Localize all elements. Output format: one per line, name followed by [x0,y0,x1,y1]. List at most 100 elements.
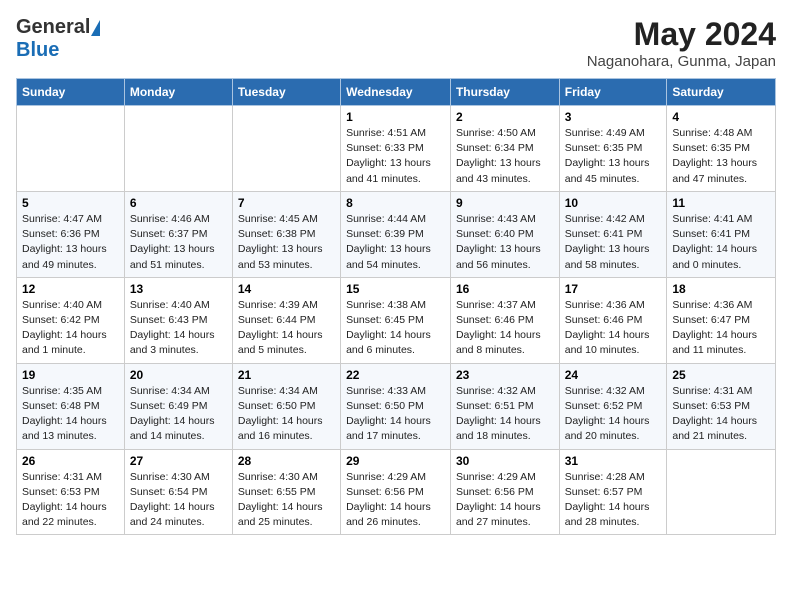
day-info: Sunrise: 4:36 AM Sunset: 6:47 PM Dayligh… [672,298,770,359]
calendar-cell: 21 Sunrise: 4:34 AM Sunset: 6:50 PM Dayli… [232,363,340,449]
day-info: Sunrise: 4:48 AM Sunset: 6:35 PM Dayligh… [672,126,770,187]
calendar-cell: 16 Sunrise: 4:37 AM Sunset: 6:46 PM Dayli… [450,277,559,363]
calendar-cell: 18 Sunrise: 4:36 AM Sunset: 6:47 PM Dayli… [667,277,776,363]
day-number: 21 [238,368,335,382]
calendar-cell: 12 Sunrise: 4:40 AM Sunset: 6:42 PM Dayli… [17,277,125,363]
day-number: 9 [456,196,554,210]
calendar-cell: 15 Sunrise: 4:38 AM Sunset: 6:45 PM Dayli… [341,277,451,363]
logo-general: General [16,16,90,39]
day-info: Sunrise: 4:41 AM Sunset: 6:41 PM Dayligh… [672,212,770,273]
day-number: 18 [672,282,770,296]
weekday-header-friday: Friday [559,79,667,106]
day-number: 19 [22,368,119,382]
title-block: May 2024 Naganohara, Gunma, Japan [587,16,776,70]
day-number: 28 [238,454,335,468]
day-number: 16 [456,282,554,296]
day-number: 1 [346,110,445,124]
day-info: Sunrise: 4:29 AM Sunset: 6:56 PM Dayligh… [346,470,445,531]
day-number: 3 [565,110,662,124]
calendar-week-row: 12 Sunrise: 4:40 AM Sunset: 6:42 PM Dayli… [17,277,776,363]
day-info: Sunrise: 4:38 AM Sunset: 6:45 PM Dayligh… [346,298,445,359]
day-number: 31 [565,454,662,468]
calendar-cell: 23 Sunrise: 4:32 AM Sunset: 6:51 PM Dayli… [450,363,559,449]
weekday-header-sunday: Sunday [17,79,125,106]
calendar-cell: 28 Sunrise: 4:30 AM Sunset: 6:55 PM Dayli… [232,449,340,535]
day-info: Sunrise: 4:34 AM Sunset: 6:50 PM Dayligh… [238,384,335,445]
calendar-cell [124,106,232,192]
day-info: Sunrise: 4:32 AM Sunset: 6:52 PM Dayligh… [565,384,662,445]
calendar-week-row: 19 Sunrise: 4:35 AM Sunset: 6:48 PM Dayli… [17,363,776,449]
calendar-cell: 11 Sunrise: 4:41 AM Sunset: 6:41 PM Dayli… [667,191,776,277]
day-info: Sunrise: 4:31 AM Sunset: 6:53 PM Dayligh… [672,384,770,445]
day-number: 4 [672,110,770,124]
calendar-cell: 22Sunrise: 4:33 AM Sunset: 6:50 PM Dayli… [341,363,451,449]
logo: General Blue [16,16,100,62]
day-number: 6 [130,196,227,210]
calendar-cell [17,106,125,192]
day-number: 23 [456,368,554,382]
calendar-cell: 4 Sunrise: 4:48 AM Sunset: 6:35 PM Daylig… [667,106,776,192]
calendar-cell: 1 Sunrise: 4:51 AM Sunset: 6:33 PM Daylig… [341,106,451,192]
day-info: Sunrise: 4:47 AM Sunset: 6:36 PM Dayligh… [22,212,119,273]
day-number: 15 [346,282,445,296]
calendar-cell: 29Sunrise: 4:29 AM Sunset: 6:56 PM Dayli… [341,449,451,535]
day-number: 12 [22,282,119,296]
day-info: Sunrise: 4:29 AM Sunset: 6:56 PM Dayligh… [456,470,554,531]
day-info: Sunrise: 4:32 AM Sunset: 6:51 PM Dayligh… [456,384,554,445]
calendar-cell: 14Sunrise: 4:39 AM Sunset: 6:44 PM Dayli… [232,277,340,363]
logo-blue: Blue [16,39,59,62]
day-number: 5 [22,196,119,210]
day-info: Sunrise: 4:28 AM Sunset: 6:57 PM Dayligh… [565,470,662,531]
calendar-cell [667,449,776,535]
calendar-cell [232,106,340,192]
calendar-cell: 17Sunrise: 4:36 AM Sunset: 6:46 PM Dayli… [559,277,667,363]
day-number: 11 [672,196,770,210]
day-info: Sunrise: 4:51 AM Sunset: 6:33 PM Dayligh… [346,126,445,187]
calendar-cell: 20 Sunrise: 4:34 AM Sunset: 6:49 PM Dayli… [124,363,232,449]
calendar-cell: 3Sunrise: 4:49 AM Sunset: 6:35 PM Daylig… [559,106,667,192]
day-number: 22 [346,368,445,382]
weekday-header-thursday: Thursday [450,79,559,106]
calendar-table: SundayMondayTuesdayWednesdayThursdayFrid… [16,78,776,535]
day-number: 30 [456,454,554,468]
day-number: 13 [130,282,227,296]
month-title: May 2024 [587,16,776,53]
day-info: Sunrise: 4:45 AM Sunset: 6:38 PM Dayligh… [238,212,335,273]
weekday-header-saturday: Saturday [667,79,776,106]
calendar-cell: 9Sunrise: 4:43 AM Sunset: 6:40 PM Daylig… [450,191,559,277]
day-info: Sunrise: 4:50 AM Sunset: 6:34 PM Dayligh… [456,126,554,187]
calendar-cell: 24 Sunrise: 4:32 AM Sunset: 6:52 PM Dayli… [559,363,667,449]
calendar-week-row: 5 Sunrise: 4:47 AM Sunset: 6:36 PM Daylig… [17,191,776,277]
calendar-cell: 2 Sunrise: 4:50 AM Sunset: 6:34 PM Daylig… [450,106,559,192]
calendar-cell: 8Sunrise: 4:44 AM Sunset: 6:39 PM Daylig… [341,191,451,277]
day-info: Sunrise: 4:40 AM Sunset: 6:42 PM Dayligh… [22,298,119,359]
day-number: 10 [565,196,662,210]
day-number: 7 [238,196,335,210]
day-number: 2 [456,110,554,124]
day-info: Sunrise: 4:44 AM Sunset: 6:39 PM Dayligh… [346,212,445,273]
weekday-header-row: SundayMondayTuesdayWednesdayThursdayFrid… [17,79,776,106]
day-number: 20 [130,368,227,382]
day-info: Sunrise: 4:30 AM Sunset: 6:54 PM Dayligh… [130,470,227,531]
day-info: Sunrise: 4:37 AM Sunset: 6:46 PM Dayligh… [456,298,554,359]
day-info: Sunrise: 4:30 AM Sunset: 6:55 PM Dayligh… [238,470,335,531]
day-number: 14 [238,282,335,296]
day-info: Sunrise: 4:46 AM Sunset: 6:37 PM Dayligh… [130,212,227,273]
calendar-cell: 31 Sunrise: 4:28 AM Sunset: 6:57 PM Dayli… [559,449,667,535]
day-info: Sunrise: 4:35 AM Sunset: 6:48 PM Dayligh… [22,384,119,445]
location: Naganohara, Gunma, Japan [587,53,776,70]
logo-triangle-icon [91,20,100,36]
day-info: Sunrise: 4:34 AM Sunset: 6:49 PM Dayligh… [130,384,227,445]
weekday-header-wednesday: Wednesday [341,79,451,106]
calendar-week-row: 1 Sunrise: 4:51 AM Sunset: 6:33 PM Daylig… [17,106,776,192]
calendar-cell: 7 Sunrise: 4:45 AM Sunset: 6:38 PM Daylig… [232,191,340,277]
calendar-cell: 10 Sunrise: 4:42 AM Sunset: 6:41 PM Dayli… [559,191,667,277]
calendar-cell: 19 Sunrise: 4:35 AM Sunset: 6:48 PM Dayli… [17,363,125,449]
calendar-header: SundayMondayTuesdayWednesdayThursdayFrid… [17,79,776,106]
day-number: 26 [22,454,119,468]
calendar-body: 1 Sunrise: 4:51 AM Sunset: 6:33 PM Daylig… [17,106,776,535]
day-info: Sunrise: 4:42 AM Sunset: 6:41 PM Dayligh… [565,212,662,273]
calendar-cell: 5 Sunrise: 4:47 AM Sunset: 6:36 PM Daylig… [17,191,125,277]
calendar-cell: 25Sunrise: 4:31 AM Sunset: 6:53 PM Dayli… [667,363,776,449]
day-number: 24 [565,368,662,382]
